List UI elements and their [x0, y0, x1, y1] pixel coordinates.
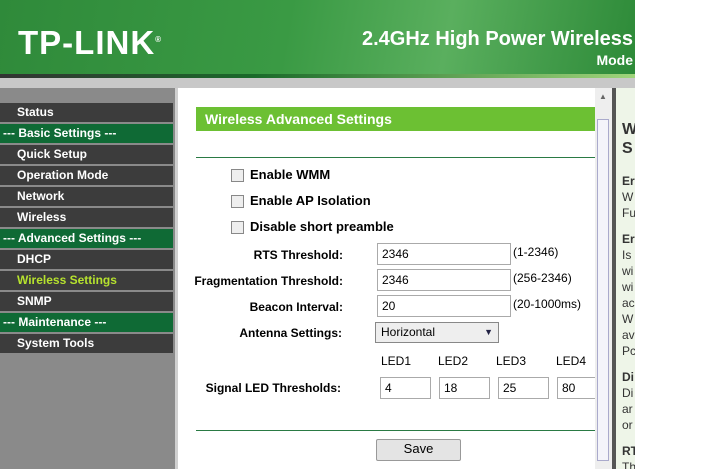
enable-ap-isolation-label: Enable AP Isolation [250, 193, 371, 208]
help-text-line: Pc [622, 344, 635, 358]
help-text-line: ar [622, 402, 633, 416]
product-name: 2.4GHz High Power Wireless [361, 28, 633, 50]
sidebar-item[interactable]: Operation Mode [0, 166, 173, 185]
page-title: Wireless Advanced Settings [196, 107, 597, 131]
beacon-interval-label: Beacon Interval: [249, 300, 343, 314]
sidebar-menu: Status --- Basic Settings --- Quick Setup O… [0, 88, 175, 469]
divider-top [196, 157, 597, 158]
help-text-line: Fu [622, 206, 635, 220]
sidebar-item[interactable]: SNMP [0, 292, 173, 311]
help-text-line: W [622, 121, 635, 138]
help-text-line: S [622, 140, 633, 157]
help-panel: W S Er W Fu Er Is wi wi ac Wav Pc Di Di ar or RT Th [616, 88, 635, 469]
signal-led-thresholds-label: Signal LED Thresholds: [205, 381, 341, 395]
sidebar-item[interactable]: Wireless Settings [0, 271, 173, 290]
tp-link-logo: TP-LINK® [18, 24, 163, 61]
rts-threshold-label: RTS Threshold: [253, 248, 343, 262]
scrollbar-thumb[interactable] [597, 119, 609, 461]
sidebar-item[interactable]: Wireless [0, 208, 173, 227]
help-text-line: av [622, 328, 635, 342]
help-text-line: Is [622, 248, 632, 262]
led4-label: LED4 [556, 354, 587, 368]
antenna-settings-select[interactable]: Horizontal ▼ [375, 322, 499, 343]
divider-bottom [196, 430, 597, 431]
fragmentation-threshold-range: (256-2346) [513, 271, 572, 285]
led2-input[interactable] [439, 377, 490, 399]
led1-input[interactable] [380, 377, 431, 399]
help-text-line: W [622, 312, 634, 326]
help-text-line: Di [622, 370, 634, 384]
beacon-interval-input[interactable] [377, 295, 511, 317]
fragmentation-threshold-input[interactable] [377, 269, 511, 291]
antenna-value: Horizontal [381, 325, 436, 339]
help-text-line: Th [622, 460, 635, 469]
beacon-interval-range: (20-1000ms) [513, 297, 582, 311]
sidebar-group-header: --- Advanced Settings --- [0, 229, 173, 248]
save-button[interactable]: Save [376, 439, 461, 461]
help-text-line: Er [622, 232, 635, 246]
enable-ap-isolation-checkbox[interactable] [231, 195, 244, 208]
help-text-line: wi [622, 280, 634, 294]
sidebar-group-header: --- Basic Settings --- [0, 124, 173, 143]
led2-label: LED2 [438, 354, 469, 368]
rts-threshold-range: (1-2346) [513, 245, 559, 259]
help-text-line: Di [622, 386, 634, 400]
sidebar-group-header: --- Maintenance --- [0, 313, 173, 332]
sidebar-item[interactable]: Network [0, 187, 173, 206]
help-text-line: ac [622, 296, 635, 310]
sidebar-item[interactable]: System Tools [0, 334, 173, 353]
disable-short-preamble-checkbox[interactable] [231, 221, 244, 234]
help-text-line: wi [622, 264, 634, 278]
fragmentation-threshold-label: Fragmentation Threshold: [194, 274, 343, 288]
led3-label: LED3 [496, 354, 527, 368]
enable-wmm-checkbox[interactable] [231, 169, 244, 182]
disable-short-preamble-label: Disable short preamble [250, 219, 394, 234]
sidebar-item[interactable]: Status [0, 103, 173, 122]
header-divider [0, 78, 635, 88]
led3-input[interactable] [498, 377, 549, 399]
led4-input[interactable] [557, 377, 597, 399]
help-text-line: Er [622, 174, 635, 188]
sidebar-item[interactable]: Quick Setup [0, 145, 173, 164]
help-text-line: or [622, 418, 633, 432]
sidebar-item[interactable]: DHCP [0, 250, 173, 269]
help-text-line: W [622, 190, 634, 204]
rts-threshold-input[interactable] [377, 243, 511, 265]
help-text-line: RT [622, 444, 635, 458]
antenna-settings-label: Antenna Settings: [239, 326, 342, 340]
model-label: Mode [596, 52, 633, 68]
enable-wmm-label: Enable WMM [250, 167, 331, 182]
led1-label: LED1 [381, 354, 412, 368]
scroll-up-icon[interactable]: ▲ [599, 92, 607, 101]
header-banner: TP-LINK® 2.4GHz High Power Wireless Mode [0, 0, 635, 78]
chevron-down-icon: ▼ [484, 327, 493, 337]
